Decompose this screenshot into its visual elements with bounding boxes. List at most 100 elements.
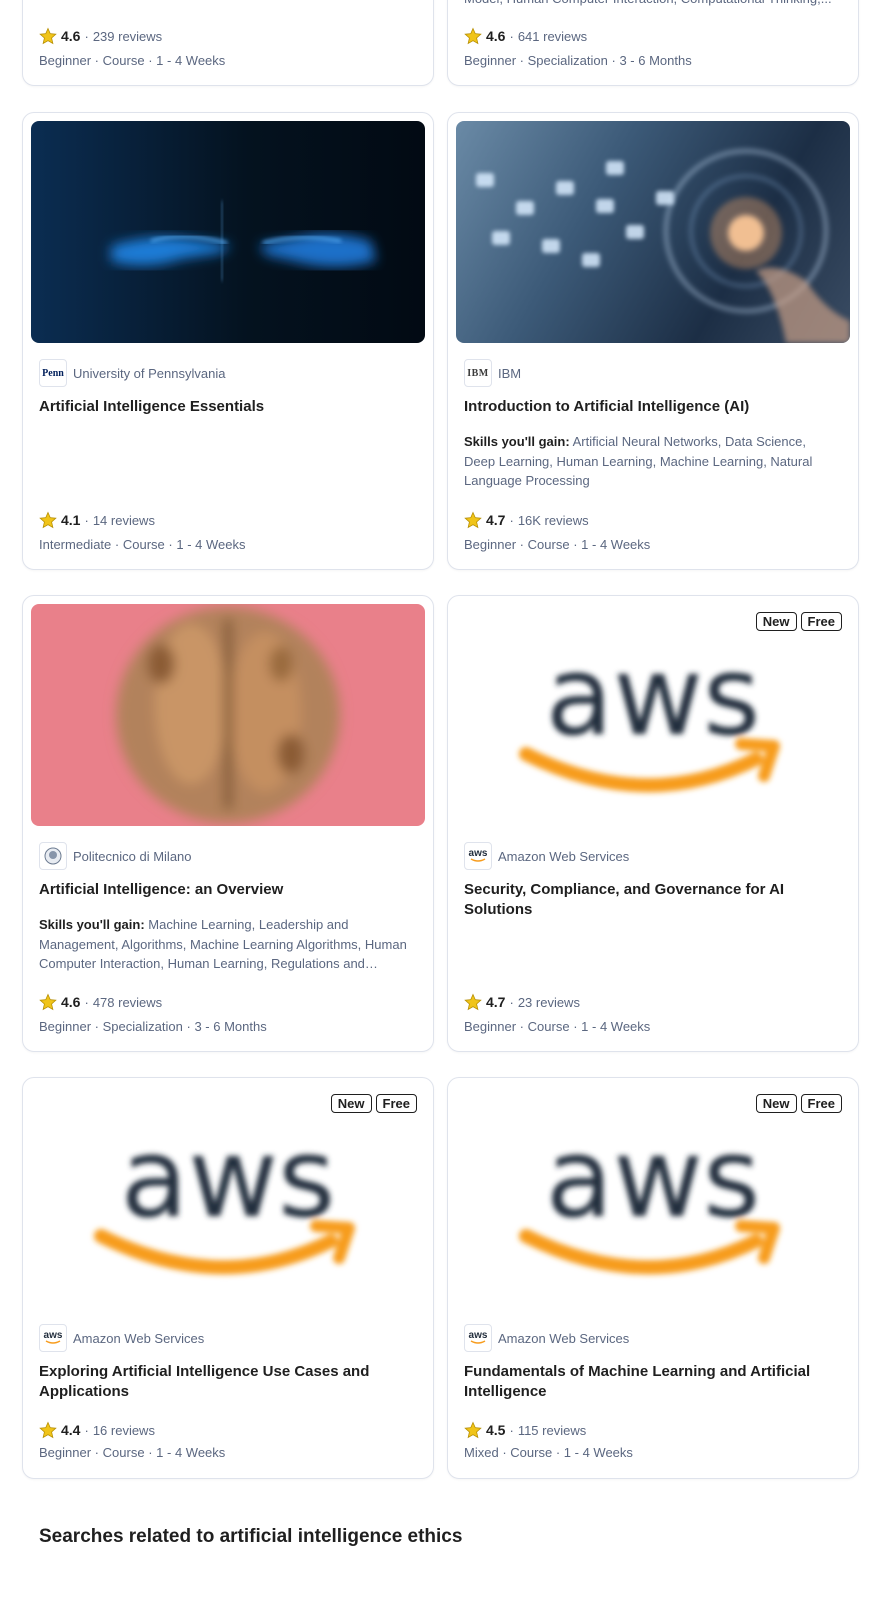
aws-logo: aws: [464, 842, 492, 870]
partner-row: aws Amazon Web Services: [39, 1324, 204, 1352]
course-image: aws: [456, 604, 850, 826]
separator: ·: [84, 28, 89, 44]
aws-logo-text: aws: [546, 632, 761, 760]
course-card[interactable]: 4.6 · 239 reviews Beginner · Course · 1 …: [22, 0, 434, 86]
separator: ·: [186, 1019, 191, 1034]
separator: ·: [168, 537, 173, 552]
aws-smile-icon: [470, 858, 486, 862]
partner-row: aws Amazon Web Services: [464, 1324, 629, 1352]
badge-group: New Free: [755, 612, 842, 631]
course-type: Course: [102, 53, 145, 68]
course-meta: Intermediate · Course · 1 - 4 Weeks: [39, 537, 246, 552]
separator: ·: [519, 537, 525, 552]
star-icon: [464, 1421, 482, 1439]
walnut-illustration: [116, 607, 340, 823]
course-meta: Mixed · Course · 1 - 4 Weeks: [464, 1445, 633, 1460]
course-type: Specialization: [527, 53, 608, 68]
course-card[interactable]: IBM IBM Introduction to Artificial Intel…: [447, 112, 859, 570]
separator: ·: [502, 1445, 507, 1460]
course-type: Specialization: [102, 1019, 183, 1034]
partner-row: Penn University of Pennsylvania: [39, 359, 225, 387]
rating-row: 4.7 · 16K reviews: [464, 511, 589, 529]
course-image: [31, 121, 425, 343]
rating-value: 4.6: [61, 28, 81, 44]
review-count: 641 reviews: [517, 28, 588, 44]
course-title[interactable]: Security, Compliance, and Governance for…: [464, 880, 842, 920]
separator: ·: [509, 1422, 514, 1438]
course-title[interactable]: Introduction to Artificial Intelligence …: [464, 397, 842, 417]
course-card[interactable]: aws New Free aws Amazon Web Services Sec…: [447, 595, 859, 1052]
rating-row: 4.1 · 14 reviews: [39, 511, 155, 529]
review-count: 16K reviews: [517, 512, 589, 528]
penn-logo: Penn: [39, 359, 67, 387]
course-card[interactable]: aws New Free aws Amazon Web Services Exp…: [22, 1077, 434, 1479]
course-card[interactable]: Model, Human Computer Interaction, Compu…: [447, 0, 859, 86]
seal-icon: [44, 847, 62, 865]
related-searches-heading: Searches related to artificial intellige…: [39, 1526, 463, 1547]
course-image: aws: [456, 1086, 850, 1308]
duration: 3 - 6 Months: [194, 1019, 267, 1034]
course-meta: Beginner · Specialization · 3 - 6 Months: [39, 1019, 267, 1034]
course-meta: Beginner · Course · 1 - 4 Weeks: [464, 537, 650, 552]
partner-logo-text: aws: [468, 1330, 488, 1341]
level: Beginner: [39, 1445, 92, 1460]
level: Beginner: [39, 53, 92, 68]
aws-logo-text: aws: [546, 1114, 761, 1242]
course-type: Course: [510, 1445, 553, 1460]
rating-row: 4.6 · 641 reviews: [464, 27, 587, 45]
course-type: Course: [527, 1019, 570, 1034]
review-count: 23 reviews: [517, 994, 580, 1010]
partner-row: aws Amazon Web Services: [464, 842, 629, 870]
rating-value: 4.5: [486, 1422, 506, 1438]
course-card[interactable]: Penn University of Pennsylvania Artifici…: [22, 112, 434, 570]
partner-name: University of Pennsylvania: [73, 365, 226, 381]
aws-smile-icon: [45, 1340, 61, 1344]
free-badge: Free: [375, 1094, 417, 1113]
separator: ·: [94, 53, 100, 68]
partner-logo-text: aws: [43, 1330, 63, 1341]
course-title[interactable]: Fundamentals of Machine Learning and Art…: [464, 1362, 842, 1402]
separator: ·: [84, 994, 89, 1010]
level: Beginner: [39, 1019, 92, 1034]
skills-text: Skills you'll gain: Artificial Neural Ne…: [464, 432, 840, 491]
rating-value: 4.6: [61, 994, 81, 1010]
rating-row: 4.4 · 16 reviews: [39, 1421, 155, 1439]
polimi-seal-icon: [39, 842, 67, 870]
aws-smile-icon: [470, 1340, 486, 1344]
separator: ·: [519, 53, 525, 68]
rating-row: 4.7 · 23 reviews: [464, 993, 580, 1011]
review-count: 16 reviews: [92, 1422, 155, 1438]
duration: 1 - 4 Weeks: [156, 53, 226, 68]
course-title[interactable]: Exploring Artificial Intelligence Use Ca…: [39, 1362, 417, 1402]
aws-logo: aws: [39, 1324, 67, 1352]
separator: ·: [509, 28, 514, 44]
course-type: Course: [102, 1445, 145, 1460]
partner-logo-text: Penn: [42, 367, 64, 379]
course-title[interactable]: Artificial Intelligence Essentials: [39, 397, 417, 417]
star-icon: [39, 27, 57, 45]
review-count: 239 reviews: [92, 28, 163, 44]
course-card[interactable]: aws New Free aws Amazon Web Services Fun…: [447, 1077, 859, 1479]
level: Beginner: [464, 53, 517, 68]
separator: ·: [519, 1019, 525, 1034]
separator: ·: [114, 537, 120, 552]
duration: 3 - 6 Months: [619, 53, 692, 68]
badge-group: New Free: [330, 1094, 417, 1113]
separator: ·: [84, 1422, 89, 1438]
new-badge: New: [755, 612, 797, 631]
rating-row: 4.5 · 115 reviews: [464, 1421, 586, 1439]
course-title[interactable]: Artificial Intelligence: an Overview: [39, 880, 417, 900]
level: Beginner: [464, 1019, 517, 1034]
course-image: [456, 121, 850, 343]
course-image: [31, 604, 425, 826]
aws-logo-text: aws: [121, 1114, 336, 1242]
course-card[interactable]: Politecnico di Milano Artificial Intelli…: [22, 595, 434, 1052]
separator: ·: [573, 537, 578, 552]
separator: ·: [509, 512, 514, 528]
badge-group: New Free: [755, 1094, 842, 1113]
partner-name: Politecnico di Milano: [73, 848, 192, 864]
review-count: 478 reviews: [92, 994, 163, 1010]
separator: ·: [148, 1445, 153, 1460]
rating-value: 4.1: [61, 512, 81, 528]
star-icon: [39, 511, 57, 529]
